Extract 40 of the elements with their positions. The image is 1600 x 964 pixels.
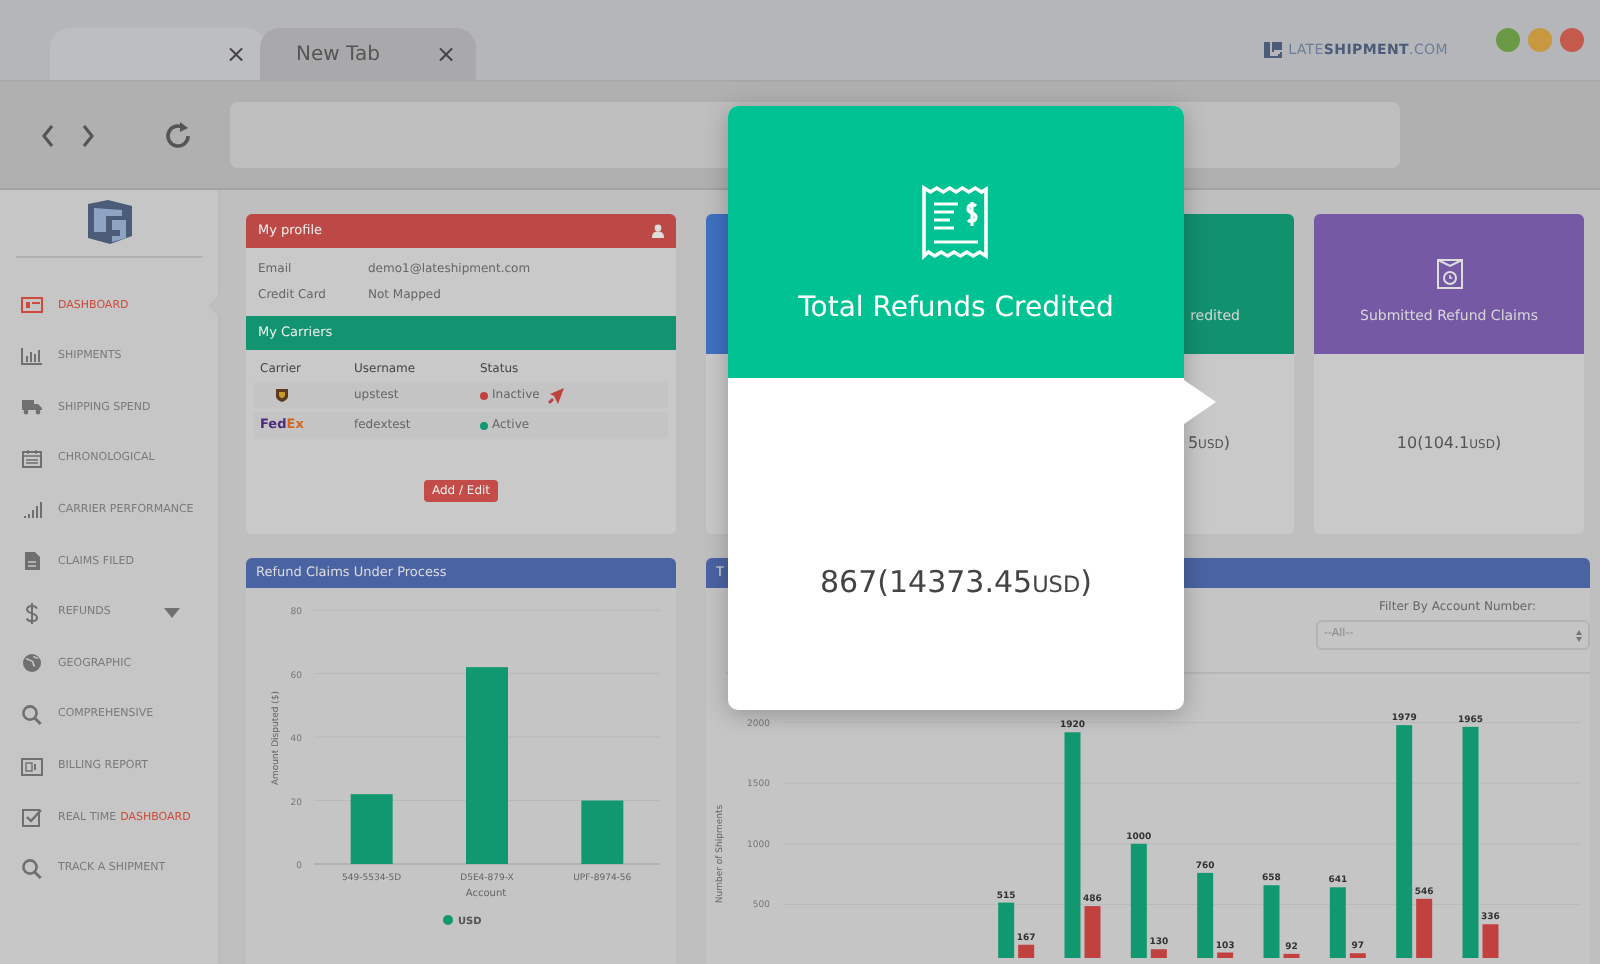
dashboard-icon [20, 294, 44, 317]
dollar-icon [20, 601, 44, 624]
popup-title: Total Refunds Credited [798, 290, 1114, 328]
close-button[interactable]: × [435, 36, 456, 72]
truck-icon [20, 396, 44, 419]
bar [350, 794, 393, 864]
bar [1150, 949, 1167, 958]
bar [1349, 953, 1366, 958]
select-arrows-icon [1576, 629, 1582, 641]
window-button[interactable] [1560, 28, 1584, 52]
bar [998, 902, 1015, 958]
bar [1197, 872, 1214, 958]
browser-tab[interactable]: New Tab × [260, 28, 476, 80]
calendar-icon [20, 448, 44, 471]
bar [1329, 887, 1346, 958]
legend-marker [443, 915, 453, 925]
clock-envelope-icon [1435, 257, 1463, 289]
bar [1283, 953, 1300, 958]
search-icon [20, 857, 44, 880]
checkbox-icon [20, 806, 44, 829]
bar [1217, 952, 1234, 958]
globe-icon [20, 652, 44, 675]
forward-icon[interactable] [80, 123, 96, 147]
receipt-dollar-icon [920, 184, 992, 260]
bar [1130, 843, 1147, 958]
document-icon [20, 550, 44, 573]
browser-tab[interactable]: × [50, 28, 266, 80]
reload-icon[interactable] [162, 119, 194, 151]
bar-chart-icon [20, 345, 44, 368]
user-icon [652, 224, 664, 238]
back-icon[interactable] [40, 123, 56, 147]
card-icon [20, 755, 44, 778]
bar [1018, 944, 1035, 958]
close-button[interactable]: × [225, 36, 246, 72]
bar [1263, 885, 1280, 958]
logo-icon [1262, 39, 1285, 60]
search-icon [20, 704, 44, 727]
bar [581, 800, 624, 864]
popup-value: 867(14373.45USD) [818, 562, 1094, 604]
shield-logo-icon [276, 388, 288, 402]
